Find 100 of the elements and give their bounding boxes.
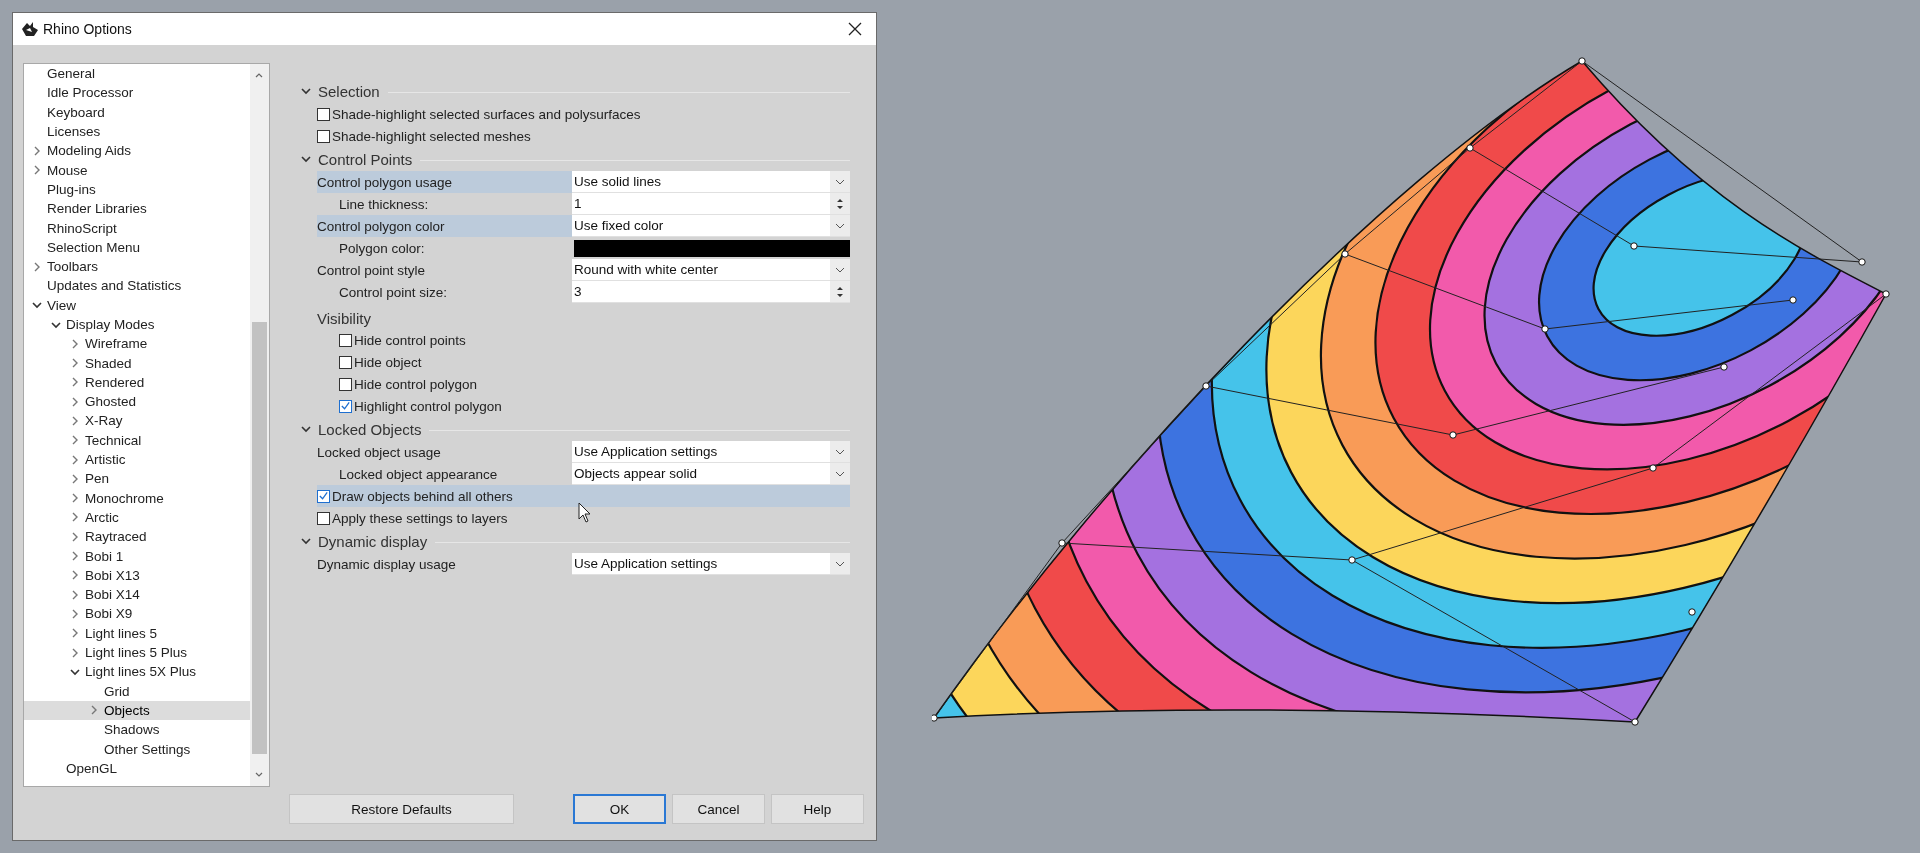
chevron-right-icon[interactable] — [89, 705, 99, 716]
tree-item[interactable]: Modeling Aids — [24, 141, 250, 161]
dropdown[interactable]: Use Application settings — [572, 441, 850, 463]
tree-item[interactable]: Wireframe — [24, 334, 250, 354]
tree-item[interactable]: Bobi 1 — [24, 546, 250, 566]
tree-item[interactable]: Raytraced — [24, 527, 250, 547]
tree-item[interactable]: Ghosted — [24, 392, 250, 412]
checkbox-option[interactable]: Shade-highlight selected meshes — [317, 125, 531, 147]
tree-item[interactable]: View — [24, 295, 250, 315]
chevron-right-icon[interactable] — [70, 512, 80, 523]
chevron-down-icon[interactable] — [70, 666, 80, 677]
section-header[interactable]: Control Points — [300, 150, 413, 168]
section-header[interactable]: Dynamic display — [300, 532, 428, 550]
checkbox[interactable] — [317, 107, 330, 121]
tree-item[interactable]: Mouse — [24, 160, 250, 180]
tree-item[interactable]: Shaded — [24, 353, 250, 373]
chevron-down-icon[interactable] — [32, 300, 42, 311]
tree-item[interactable]: Toolbars — [24, 256, 250, 277]
tree-item[interactable]: Plug-ins — [24, 179, 250, 200]
checkbox-option[interactable]: Shade-highlight selected surfaces and polysurfaces — [317, 103, 641, 125]
tree-item[interactable]: RhinoScript — [24, 218, 250, 238]
chevron-right-icon[interactable] — [70, 358, 80, 369]
tree-item[interactable]: Licenses — [24, 121, 250, 142]
dropdown[interactable]: Round with white center — [572, 259, 850, 281]
tree-item[interactable]: Render Libraries — [24, 199, 250, 219]
checkbox[interactable] — [339, 399, 352, 413]
tree-item[interactable]: Light lines 5 Plus — [24, 642, 250, 663]
scrollbar-thumb[interactable] — [252, 322, 267, 754]
checkbox-option[interactable]: Highlight control polygon — [339, 395, 502, 417]
dialog-button[interactable]: Cancel — [672, 794, 765, 824]
dropdown[interactable]: Use fixed color — [572, 215, 850, 237]
restore-defaults-button[interactable]: Restore Defaults — [289, 794, 514, 824]
tree-item[interactable]: Pen — [24, 469, 250, 489]
tree-item[interactable]: Grid — [24, 681, 250, 701]
tree-item[interactable]: Updates and Statistics — [24, 276, 250, 296]
chevron-right-icon[interactable] — [70, 531, 80, 542]
tree-item[interactable]: Other Settings — [24, 739, 250, 759]
section-header[interactable]: Selection — [300, 82, 380, 100]
chevron-right-icon[interactable] — [32, 261, 42, 272]
tree-item[interactable]: Light lines 5X Plus — [24, 662, 250, 682]
scrollbar-track[interactable] — [250, 64, 269, 786]
chevron-right-icon[interactable] — [70, 396, 80, 407]
tree-item[interactable]: Light lines 5 — [24, 623, 250, 643]
checkbox[interactable] — [339, 377, 352, 391]
color-swatch[interactable] — [574, 240, 850, 257]
tree-item[interactable]: Artistic — [24, 449, 250, 470]
spin-arrows-icon[interactable] — [836, 196, 844, 211]
tree-item[interactable]: Idle Processor — [24, 83, 250, 103]
checkbox[interactable] — [339, 333, 352, 347]
chevron-right-icon[interactable] — [70, 473, 80, 484]
checkbox-option[interactable]: Hide control polygon — [339, 373, 478, 395]
chevron-right-icon[interactable] — [70, 628, 80, 639]
tree-item[interactable]: Arctic — [24, 507, 250, 528]
tree-item[interactable]: General — [24, 64, 250, 84]
dropdown[interactable]: Use solid lines — [572, 171, 850, 193]
chevron-right-icon[interactable] — [70, 338, 80, 349]
scroll-down-icon[interactable] — [255, 772, 263, 778]
chevron-down-icon[interactable] — [51, 319, 61, 330]
chevron-right-icon[interactable] — [70, 647, 80, 658]
tree-item[interactable]: OpenGL — [24, 758, 250, 778]
chevron-right-icon[interactable] — [70, 416, 80, 426]
tree-item[interactable]: Technical — [24, 430, 250, 450]
spin-field[interactable]: 3 — [572, 281, 850, 303]
chevron-right-icon[interactable] — [70, 608, 80, 619]
chevron-right-icon[interactable] — [70, 377, 80, 388]
dropdown[interactable]: Use Application settings — [572, 553, 850, 575]
checkbox-option[interactable]: Hide control points — [339, 329, 466, 351]
chevron-right-icon[interactable] — [70, 570, 80, 581]
dropdown[interactable]: Objects appear solid — [572, 463, 850, 485]
tree-item[interactable]: Selection Menu — [24, 237, 250, 257]
checkbox[interactable] — [339, 355, 352, 369]
spin-arrows-icon[interactable] — [836, 284, 844, 299]
checkbox-option[interactable]: Draw objects behind all others — [317, 485, 850, 507]
checkbox-option[interactable]: Apply these settings to layers — [317, 507, 508, 529]
chevron-right-icon[interactable] — [70, 435, 80, 446]
tree-item[interactable]: Display Modes — [24, 314, 250, 335]
tree-item[interactable]: Rendered — [24, 372, 250, 393]
checkbox[interactable] — [317, 129, 330, 143]
tree-item[interactable]: Objects — [24, 700, 250, 721]
chevron-right-icon[interactable] — [70, 493, 80, 504]
chevron-right-icon[interactable] — [32, 165, 42, 176]
tree-item[interactable]: Keyboard — [24, 102, 250, 122]
tree-item[interactable]: X-Ray — [24, 411, 250, 431]
tree-item[interactable]: Bobi X13 — [24, 565, 250, 585]
scroll-up-icon[interactable] — [255, 72, 263, 78]
chevron-right-icon[interactable] — [70, 551, 80, 562]
checkbox-option[interactable]: Hide object — [339, 351, 422, 373]
checkbox[interactable] — [317, 489, 330, 503]
dialog-button[interactable]: Help — [771, 794, 864, 824]
spin-field[interactable]: 1 — [572, 193, 850, 215]
tree-item[interactable]: Bobi X9 — [24, 604, 250, 624]
section-header[interactable]: Locked Objects — [300, 420, 422, 438]
chevron-right-icon[interactable] — [32, 145, 42, 156]
checkbox[interactable] — [317, 511, 330, 525]
tree-item[interactable]: Monochrome — [24, 488, 250, 508]
chevron-right-icon[interactable] — [70, 454, 80, 465]
tree-item[interactable]: Bobi X14 — [24, 585, 250, 605]
close-icon[interactable] — [848, 22, 862, 36]
chevron-right-icon[interactable] — [70, 589, 80, 600]
dialog-button[interactable]: OK — [573, 794, 666, 824]
